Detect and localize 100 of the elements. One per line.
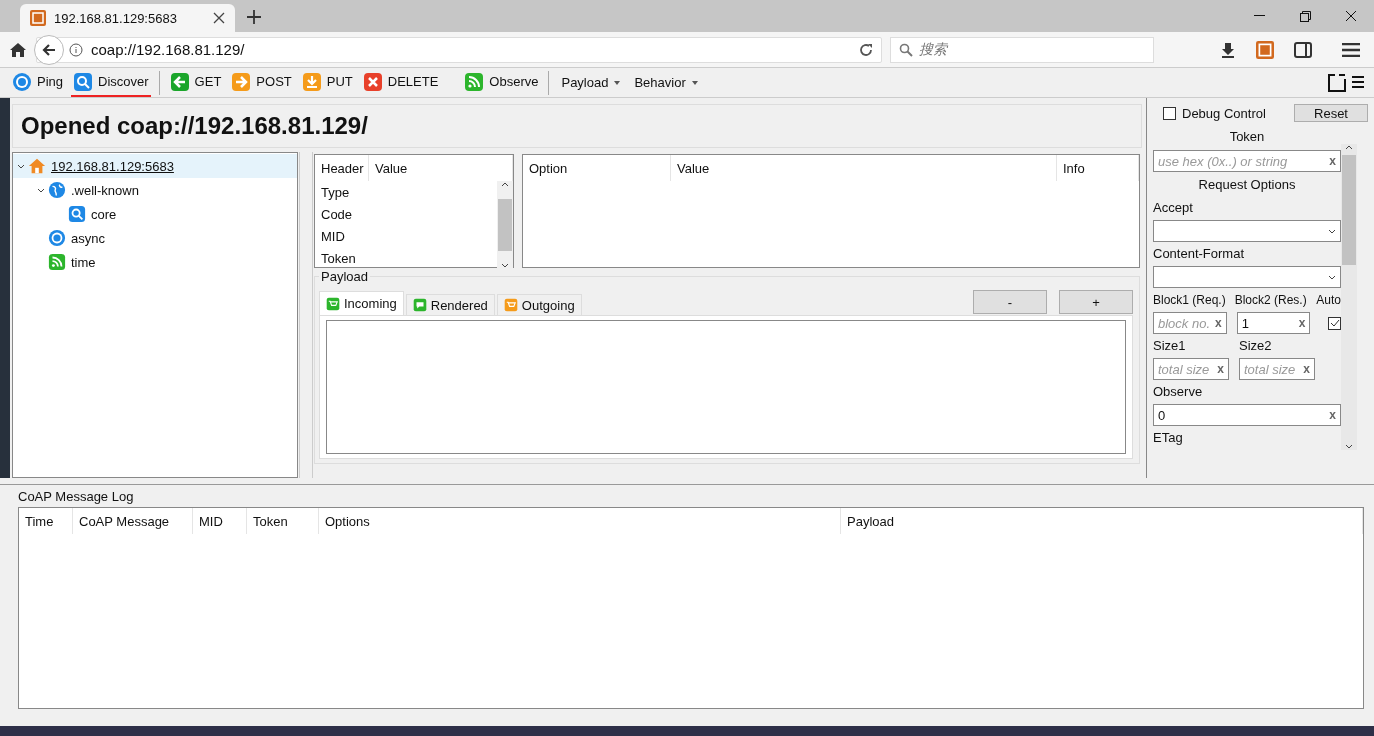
close-icon[interactable]: [1345, 10, 1357, 22]
column-header: Option: [523, 155, 671, 181]
tab-title: 192.168.81.129:5683: [54, 10, 177, 26]
tree-item[interactable]: 192.168.81.129:5683: [13, 154, 297, 178]
column-header: MID: [193, 508, 247, 534]
tree-item[interactable]: time: [13, 250, 297, 274]
expand-caret-icon: [17, 162, 25, 170]
scrollbar[interactable]: [497, 181, 513, 269]
table-cell-text: Token: [320, 249, 357, 268]
scrollbar[interactable]: [1341, 144, 1357, 450]
toolbar-button[interactable]: POST: [229, 68, 294, 97]
house-icon: [28, 157, 46, 175]
minimize-icon[interactable]: [1253, 15, 1265, 17]
table-cell-text: Type: [320, 183, 351, 202]
reset-button[interactable]: Reset: [1294, 104, 1368, 122]
dropdown-caret-icon: [1328, 227, 1336, 235]
field-label: Accept: [1153, 199, 1194, 217]
caret-icon: [1345, 144, 1353, 151]
back-button[interactable]: [34, 34, 64, 65]
browser-tab[interactable]: 192.168.81.129:5683: [20, 4, 235, 32]
field-label: Content-Format: [1153, 245, 1246, 263]
app-logo-icon: [30, 10, 46, 26]
auto-checkbox[interactable]: [1328, 316, 1341, 330]
debug-checkbox[interactable]: [1163, 106, 1176, 120]
tree-item[interactable]: async: [13, 226, 297, 250]
caret-icon: [501, 181, 509, 188]
cart-icon: [326, 296, 340, 311]
token-field[interactable]: use hex (0x..) or string x: [1153, 150, 1341, 172]
cart-icon: [503, 298, 518, 312]
rss-icon: [48, 253, 66, 271]
sidebar-icon[interactable]: [1294, 41, 1312, 58]
info-icon: [69, 42, 83, 57]
toolbar-button[interactable]: GET: [167, 68, 224, 97]
new-tab-icon[interactable]: [247, 10, 261, 24]
tree-item[interactable]: .well-known: [13, 178, 297, 202]
dropdown-caret-icon: [691, 80, 698, 85]
toolbar-button[interactable]: DELETE: [360, 68, 441, 97]
field-label: Size1: [1153, 337, 1187, 355]
toolbar-button[interactable]: Discover: [71, 68, 151, 97]
column-header: Value: [671, 155, 1057, 181]
block2-field[interactable]: 1 x: [1236, 312, 1311, 334]
dropdown-caret-icon: [614, 80, 621, 85]
clear-button[interactable]: x: [1298, 316, 1306, 330]
field-label: Size2: [1239, 337, 1272, 355]
table-cell-text: Code: [320, 205, 354, 224]
search-field[interactable]: 搜索: [890, 36, 1154, 63]
rss-icon: [464, 71, 485, 92]
magnifier-icon: [68, 205, 86, 223]
toolbar-button[interactable]: Ping: [10, 68, 66, 97]
column-header: Header: [315, 155, 369, 181]
target-icon: [12, 71, 32, 92]
observe-field[interactable]: 0 x: [1153, 404, 1341, 426]
globe-icon: [48, 181, 66, 199]
menu-button[interactable]: Behavior: [630, 75, 702, 90]
reload-icon[interactable]: [859, 42, 873, 57]
group-label: CoAP Message Log: [17, 487, 135, 506]
size1-field[interactable]: total size x: [1153, 358, 1229, 380]
restore-icon[interactable]: [1299, 10, 1311, 22]
column-header: Payload: [841, 508, 1363, 534]
popout-icon[interactable]: [1328, 73, 1346, 92]
field-label: Block2 (Res.): [1234, 292, 1308, 309]
close-icon[interactable]: [213, 12, 225, 24]
menu-icon[interactable]: [1342, 42, 1360, 57]
address-field[interactable]: coap://192.168.81.129/: [36, 36, 882, 63]
content-format-select[interactable]: [1153, 266, 1341, 288]
add-button[interactable]: +: [1059, 290, 1133, 314]
clear-button[interactable]: x: [1215, 316, 1222, 330]
section-heading: Request Options: [1197, 176, 1297, 194]
toolbar-button[interactable]: PUT: [299, 68, 355, 97]
group-label: Payload: [319, 269, 370, 284]
payload-tab[interactable]: Outgoing: [496, 294, 582, 315]
caret-icon: [1345, 443, 1353, 450]
column-header: Time: [19, 508, 73, 534]
remove-button[interactable]: -: [973, 290, 1047, 314]
clear-button[interactable]: x: [1329, 154, 1336, 168]
payload-tab[interactable]: Rendered: [405, 294, 495, 315]
size2-field[interactable]: total size x: [1239, 358, 1315, 380]
download-icon[interactable]: [1220, 41, 1236, 58]
accept-select[interactable]: [1153, 220, 1341, 242]
column-header: Token: [247, 508, 319, 534]
cross-icon: [362, 71, 383, 92]
app-logo-icon[interactable]: [1256, 40, 1274, 59]
field-label: Block1 (Req.): [1153, 292, 1227, 309]
tree-item[interactable]: core: [13, 202, 297, 226]
home-icon[interactable]: [10, 41, 26, 58]
speech-icon: [412, 298, 427, 312]
toolbar-button[interactable]: Observe: [462, 68, 541, 97]
clear-button[interactable]: x: [1329, 408, 1336, 422]
field-label: Auto: [1316, 292, 1341, 309]
target-icon: [48, 229, 66, 247]
payload-tab[interactable]: Incoming: [319, 291, 404, 315]
clear-button[interactable]: x: [1303, 362, 1310, 376]
table-cell-text: MID: [320, 227, 346, 246]
clear-button[interactable]: x: [1217, 362, 1224, 376]
menu-icon[interactable]: [1352, 75, 1364, 90]
column-header: Info: [1057, 155, 1139, 181]
menu-button[interactable]: Payload: [557, 75, 625, 90]
field-label: Token: [1228, 128, 1266, 146]
block1-field[interactable]: block no. x: [1153, 312, 1227, 334]
back-arrow-icon: [41, 41, 57, 58]
